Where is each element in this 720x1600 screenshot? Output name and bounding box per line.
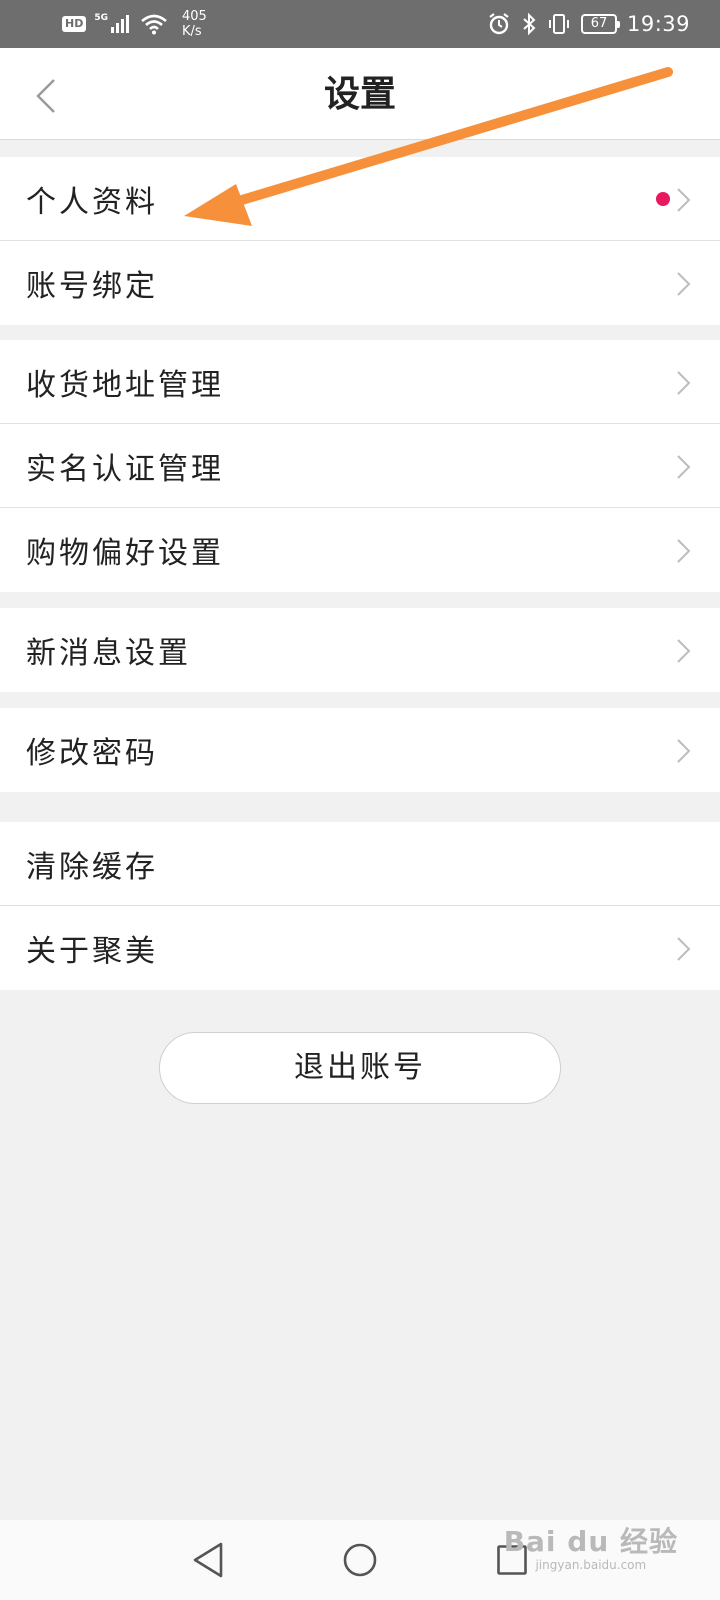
back-button[interactable] [28, 76, 64, 116]
speed-value: 405 [182, 9, 207, 24]
chevron-right-icon [677, 739, 691, 763]
alarm-icon [489, 13, 509, 35]
settings-item-label: 修改密码 [26, 736, 158, 771]
settings-item-label: 收货地址管理 [26, 367, 224, 403]
settings-item-change-password[interactable]: 修改密码 [0, 708, 720, 792]
nav-home-button[interactable] [338, 1538, 382, 1582]
chevron-right-icon [677, 937, 691, 961]
settings-item-account-binding[interactable]: 账号绑定 [0, 241, 720, 325]
back-triangle-icon [193, 1542, 223, 1578]
page-title: 设置 [323, 73, 396, 115]
settings-item-real-name[interactable]: 实名认证管理 [0, 424, 720, 508]
nav-back-button[interactable] [186, 1538, 230, 1582]
settings-item-clear-cache[interactable]: 清除缓存 [0, 822, 720, 906]
logout-button[interactable]: 退出账号 [159, 1032, 561, 1104]
settings-item-label: 购物偏好设置 [26, 536, 224, 571]
vibrate-icon [548, 14, 569, 34]
bluetooth-icon [523, 12, 536, 36]
settings-item-label: 实名认证管理 [26, 451, 224, 487]
settings-group-shopping: 收货地址管理 实名认证管理 购物偏好设置 [0, 340, 720, 592]
status-left: HD 5G 405 K/s [62, 0, 207, 48]
chevron-left-icon [36, 79, 55, 113]
chevron-right-icon [677, 539, 691, 563]
settings-item-profile[interactable]: 个人资料 [0, 157, 720, 241]
settings-item-shopping-preference[interactable]: 购物偏好设置 [0, 508, 720, 592]
watermark-sub: jingyan.baidu.com [535, 1558, 647, 1572]
settings-item-new-message[interactable]: 新消息设置 [0, 608, 720, 692]
settings-item-address[interactable]: 收货地址管理 [0, 340, 720, 424]
speed-unit: K/s [182, 24, 202, 39]
chevron-right-icon [677, 455, 691, 479]
page-header: 设置 [0, 48, 720, 140]
hd-badge: HD [62, 16, 87, 32]
settings-group-security: 修改密码 [0, 708, 720, 792]
network-speed: 405 K/s [182, 9, 207, 39]
signal-icon [111, 15, 129, 33]
settings-item-label: 清除缓存 [26, 849, 158, 885]
network-type: 5G [94, 13, 108, 23]
status-bar: HD 5G 405 K/s 67 19:39 [0, 0, 720, 48]
chevron-right-icon [677, 639, 691, 663]
chevron-right-icon [677, 272, 691, 296]
settings-group-misc: 清除缓存 关于聚美 [0, 822, 720, 990]
settings-item-about[interactable]: 关于聚美 [0, 906, 720, 990]
settings-item-label: 新消息设置 [26, 636, 191, 671]
battery-icon: 67 [580, 14, 620, 34]
watermark-main: Bai du 经验 [503, 1525, 678, 1558]
chevron-right-icon [677, 188, 691, 212]
status-right: 67 19:39 [487, 0, 690, 48]
home-circle-icon [343, 1543, 377, 1577]
settings-item-label: 关于聚美 [26, 934, 158, 969]
notification-dot [656, 192, 670, 206]
chevron-right-icon [677, 371, 691, 395]
settings-item-label: 个人资料 [26, 184, 158, 220]
baidu-watermark: Bai du 经验 jingyan.baidu.com [503, 1525, 678, 1573]
settings-item-label: 账号绑定 [26, 269, 158, 304]
status-time: 19:39 [626, 12, 690, 36]
wifi-icon [141, 14, 167, 35]
settings-group-notifications: 新消息设置 [0, 608, 720, 692]
settings-group-account: 个人资料 账号绑定 [0, 157, 720, 325]
